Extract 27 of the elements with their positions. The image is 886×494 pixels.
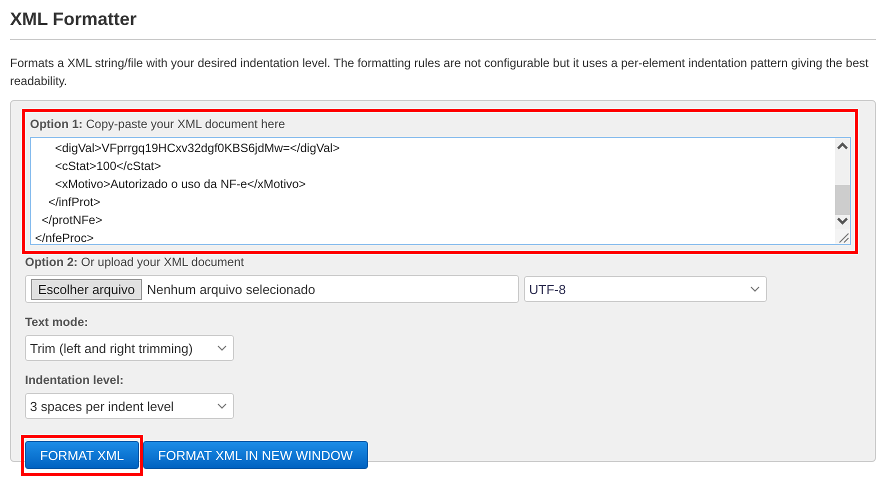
code-line: </protNFe> (40, 212, 104, 229)
scrollbar[interactable] (835, 138, 850, 244)
scrollbar-thumb[interactable] (835, 185, 850, 215)
resize-grip-icon[interactable] (835, 229, 850, 244)
field-label: Indentation level: (25, 372, 125, 388)
page-description: Formats a XML string/file with your desired indentation level. The formatting rules are not configurable but it uses a per-element indentation pattern giving the best readability. (10, 55, 870, 90)
file-status: Nenhum arquivo selecionado (146, 282, 316, 296)
encoding-select[interactable]: UTF-8 (524, 276, 767, 302)
option-label: Option 1: Copy-paste your XML document here (30, 116, 286, 132)
text-mode-select[interactable]: Trim (left and right trimming) (25, 335, 234, 361)
code-line: <digVal>VFprrgq19HCxv32dgf0KBS6jdMw=</digVal> (54, 140, 341, 157)
code-line: </infProt> (47, 194, 102, 211)
chevron-down-icon (750, 286, 760, 292)
choose-file-button[interactable]: Escolher arquivo (31, 278, 142, 300)
indentation-select[interactable]: 3 spaces per indent level (25, 393, 234, 419)
format-button[interactable]: FORMAT XML (25, 441, 140, 469)
code-line: </nfeProc> (35, 230, 95, 244)
chevron-down-icon (217, 345, 227, 351)
code-line: <cStat>100</cStat> (54, 158, 162, 175)
page-title: XML Formatter (10, 8, 138, 30)
format-button[interactable]: FORMAT XML IN NEW WINDOW (143, 441, 368, 469)
chevron-down-icon (217, 403, 227, 409)
field-label: Text mode: (25, 314, 90, 330)
xml-input-field[interactable]: <digVal>VFprrgq19HCxv32dgf0KBS6jdMw=</digVal> <cStat>100</cStat> <xMotivo>Autorizado o uso da NF-e</xMotivo> </infProt> </protNFe> </nfeProc> (30, 137, 851, 245)
code-line: <xMotivo>Autorizado o uso da NF-e</xMotivo> (54, 176, 307, 193)
option-label: Option 2: Or upload your XML document (25, 254, 245, 270)
file-input[interactable]: Escolher arquivo Nenhum arquivo selecionado (25, 275, 519, 303)
